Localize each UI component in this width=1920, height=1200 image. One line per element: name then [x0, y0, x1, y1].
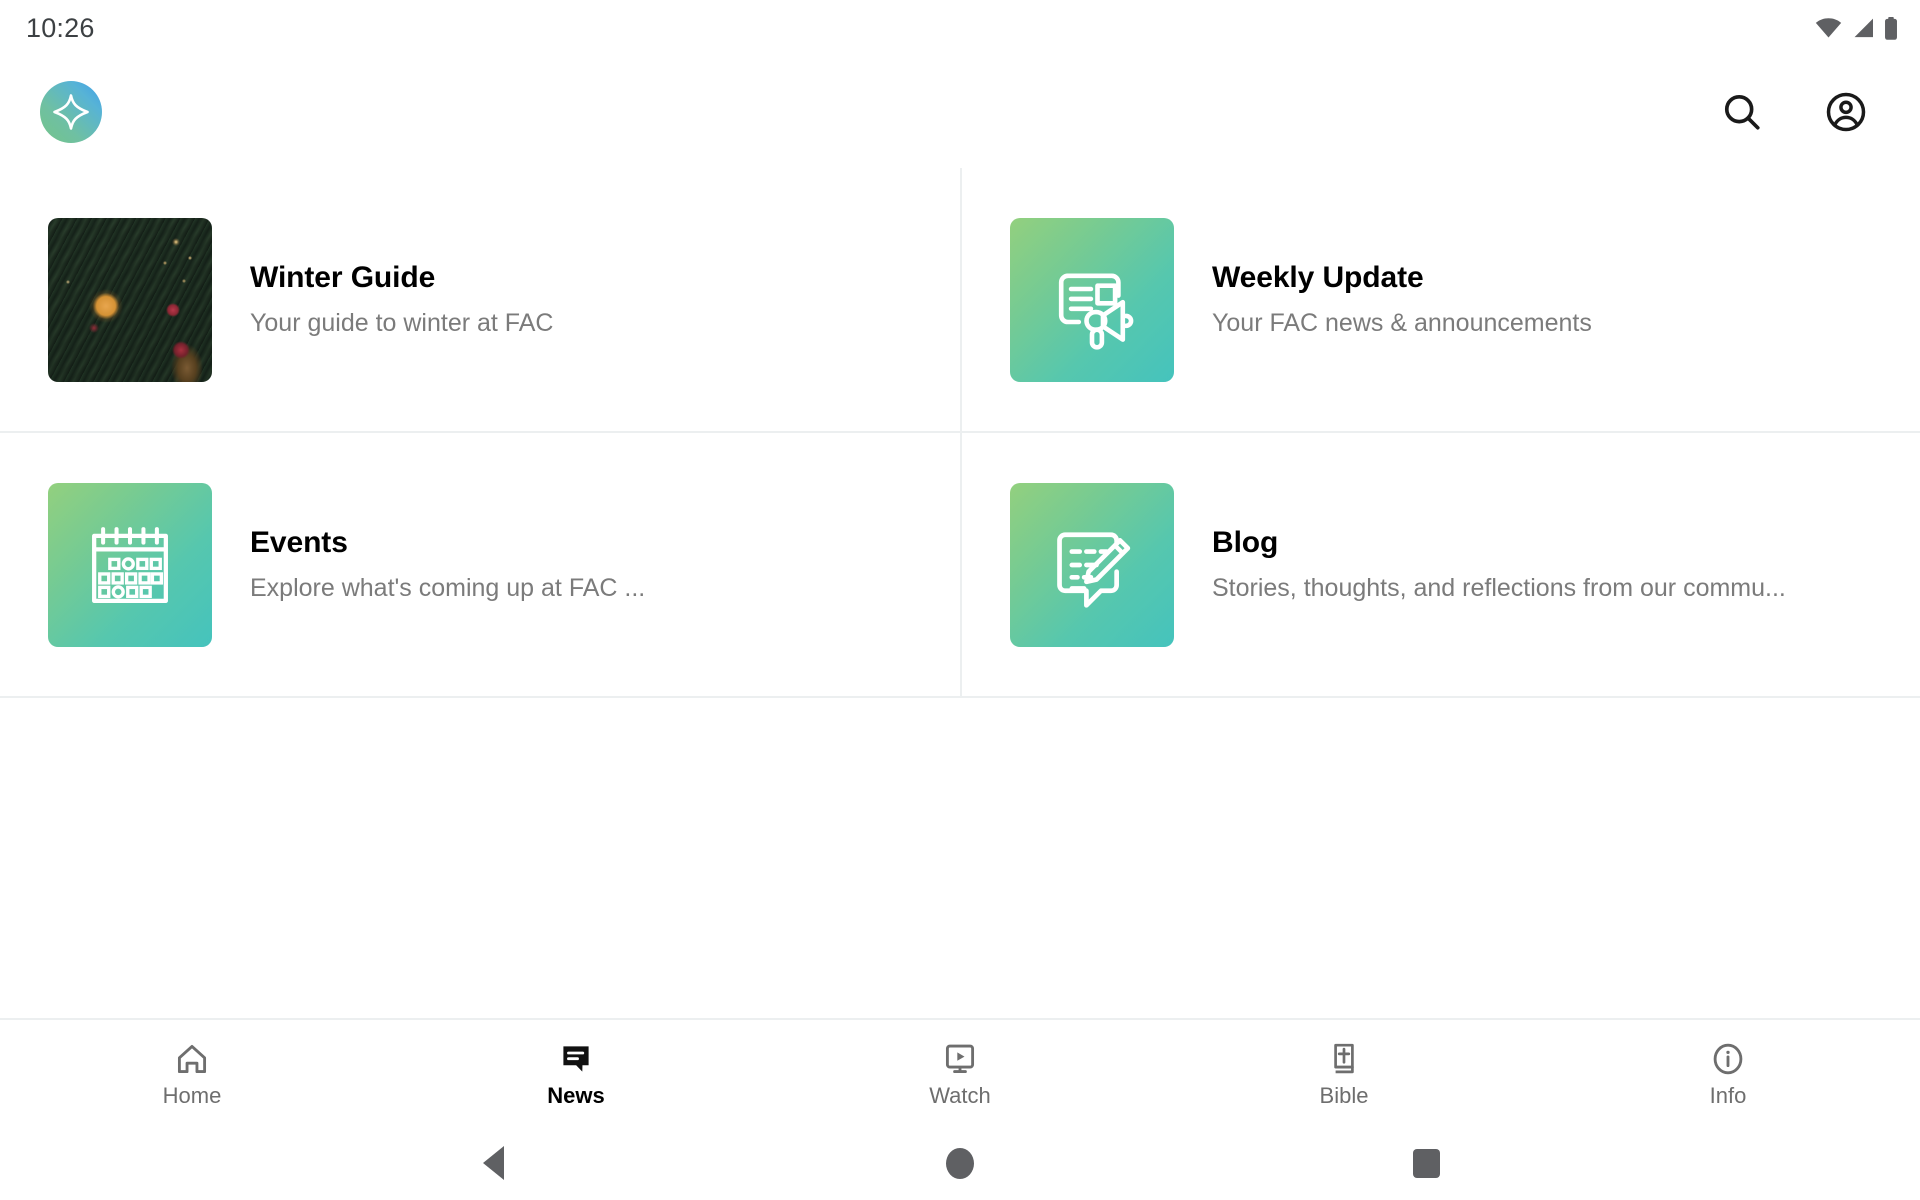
nav-item-bible[interactable]: Bible — [1152, 1020, 1536, 1126]
info-circle-icon — [1710, 1040, 1746, 1078]
news-card-weekly-update[interactable]: Weekly Update Your FAC news & announceme… — [960, 168, 1920, 433]
news-card-winter-guide[interactable]: Winter Guide Your guide to winter at FAC — [0, 168, 960, 433]
news-card-title: Weekly Update — [1212, 261, 1424, 295]
news-card-text: Events Explore what's coming up at FAC .… — [250, 526, 645, 602]
news-card-title: Blog — [1212, 526, 1279, 560]
status-bar: 10:26 — [0, 0, 1920, 56]
news-speech-bubble-icon — [558, 1040, 594, 1078]
calendar-icon — [48, 482, 212, 647]
news-card-text: Blog Stories, thoughts, and reflections … — [1212, 526, 1786, 602]
news-card-events[interactable]: Events Explore what's coming up at FAC .… — [0, 433, 960, 698]
news-card-title: Winter Guide — [250, 261, 436, 295]
nav-item-home[interactable]: Home — [0, 1020, 384, 1126]
news-content: Winter Guide Your guide to winter at FAC — [0, 168, 1920, 1018]
android-recents-button[interactable] — [1395, 1131, 1459, 1195]
news-card-title: Events — [250, 526, 348, 560]
news-card-subtitle: Your FAC news & announcements — [1212, 308, 1592, 337]
cellular-icon — [1851, 18, 1875, 38]
app-root: 10:26 Winter Guide Your guide to winter … — [0, 0, 1920, 1200]
nav-label-info: Info — [1709, 1082, 1747, 1108]
news-card-blog[interactable]: Blog Stories, thoughts, and reflections … — [960, 433, 1920, 698]
monitor-play-icon — [942, 1040, 978, 1078]
news-card-subtitle: Stories, thoughts, and reflections from … — [1212, 573, 1786, 602]
status-bar-icons — [1815, 16, 1898, 40]
news-card-subtitle: Your guide to winter at FAC — [250, 308, 554, 337]
nav-item-news[interactable]: News — [384, 1020, 768, 1126]
wifi-icon — [1815, 18, 1842, 38]
android-home-button[interactable] — [928, 1131, 992, 1195]
recents-square-icon — [1413, 1148, 1441, 1178]
android-system-navigation — [0, 1126, 1920, 1200]
nav-label-home: Home — [162, 1082, 222, 1108]
nav-label-news: News — [547, 1082, 605, 1108]
speech-bubble-pencil-icon — [1010, 482, 1174, 647]
news-card-grid: Winter Guide Your guide to winter at FAC — [0, 168, 1920, 698]
bottom-navigation-bar: Home News Watch Bible Info — [0, 1018, 1920, 1126]
search-icon[interactable] — [1716, 86, 1768, 138]
account-circle-icon[interactable] — [1820, 86, 1872, 138]
news-card-subtitle: Explore what's coming up at FAC ... — [250, 573, 646, 602]
news-card-text: Weekly Update Your FAC news & announceme… — [1212, 261, 1592, 337]
news-card-text: Winter Guide Your guide to winter at FAC — [250, 261, 553, 337]
nav-item-watch[interactable]: Watch — [768, 1020, 1152, 1126]
status-bar-clock: 10:26 — [26, 12, 95, 43]
nav-item-info[interactable]: Info — [1536, 1020, 1920, 1126]
winter-foliage-photo — [48, 217, 212, 382]
home-circle-icon — [945, 1147, 974, 1179]
nav-label-watch: Watch — [929, 1082, 991, 1108]
bible-book-cross-icon — [1326, 1040, 1362, 1078]
header-actions — [1716, 86, 1890, 138]
android-back-button[interactable] — [461, 1131, 525, 1195]
app-header — [0, 56, 1920, 168]
back-triangle-icon — [482, 1146, 504, 1180]
battery-icon — [1884, 16, 1898, 40]
home-icon — [174, 1040, 210, 1078]
newspaper-megaphone-icon — [1010, 217, 1174, 382]
nav-label-bible: Bible — [1319, 1082, 1369, 1108]
app-logo-sparkle-icon[interactable] — [40, 81, 102, 143]
